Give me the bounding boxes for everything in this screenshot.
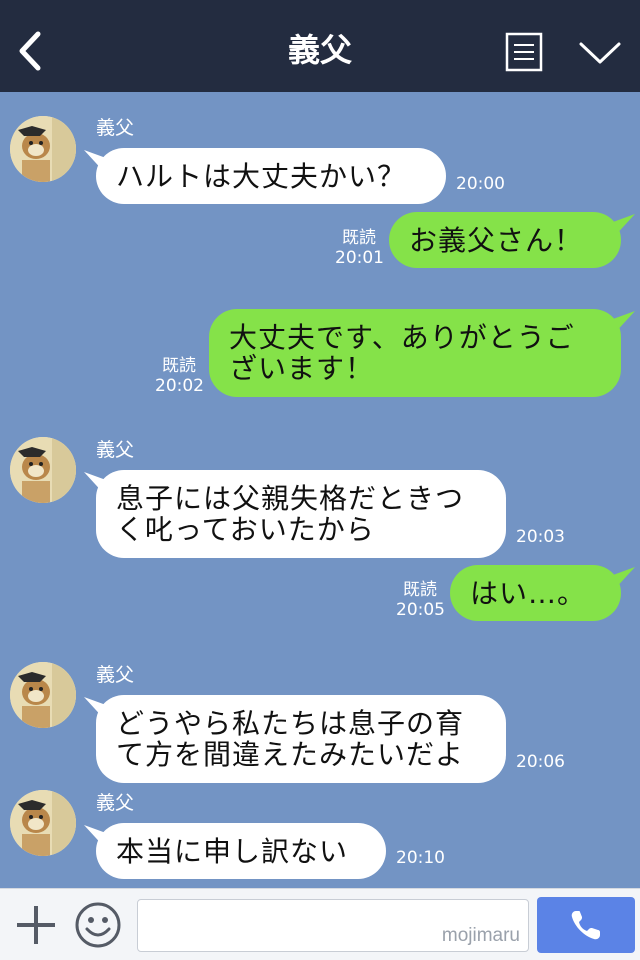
sender-name: 義父 <box>96 792 135 814</box>
message-bubble-incoming[interactable]: 本当に申し訳ない <box>96 823 386 879</box>
chat-title: 義父 <box>287 31 352 69</box>
message-line: 大丈夫です、ありがとうご <box>229 321 575 354</box>
message-time: 20:01 <box>335 248 384 268</box>
dog-avatar-image <box>10 662 76 728</box>
message-input[interactable]: mojimaru <box>137 899 529 952</box>
document-icon <box>505 32 543 72</box>
phone-icon <box>571 911 600 940</box>
message-line: 本当に申し訳ない <box>116 835 349 868</box>
avatar[interactable] <box>10 116 76 182</box>
call-button[interactable] <box>537 897 635 953</box>
message-line: ハルトは大丈夫かい？ <box>116 160 407 193</box>
message-time: 20:05 <box>396 600 445 620</box>
chevron-left-icon <box>19 31 41 71</box>
dog-avatar-image <box>10 790 76 856</box>
chevron-down-icon <box>579 42 621 64</box>
smiley-icon <box>75 902 121 948</box>
message-time: 20:03 <box>516 527 565 547</box>
back-button[interactable] <box>14 30 46 72</box>
plus-icon <box>17 906 55 944</box>
message-line: 息子には父親失格だときつ <box>116 482 465 515</box>
message-bubble-incoming[interactable]: 息子には父親失格だときつ く叱っておいたから <box>96 470 506 558</box>
message-bubble-outgoing[interactable]: お義父さん！ <box>389 212 621 268</box>
message-bubble-incoming[interactable]: どうやら私たちは息子の育 て方を間違えたみたいだよ <box>96 695 506 783</box>
message-bubble-outgoing[interactable]: 大丈夫です、ありがとうご ざいます！ <box>209 309 621 397</box>
read-receipt: 既読 <box>162 356 196 376</box>
read-receipt: 既読 <box>342 228 376 248</box>
message-time: 20:02 <box>155 376 204 396</box>
message-line: お義父さん！ <box>409 224 584 257</box>
collapse-button[interactable] <box>578 38 622 68</box>
message-line: ざいます！ <box>229 352 375 385</box>
message-bubble-outgoing[interactable]: はい…。 <box>450 565 621 621</box>
message-line: て方を間違えたみたいだよ <box>116 738 465 771</box>
sender-name: 義父 <box>96 117 135 139</box>
add-button[interactable] <box>14 903 58 947</box>
dog-avatar-image <box>10 437 76 503</box>
watermark-text: mojimaru <box>441 925 520 946</box>
emoji-button[interactable] <box>74 901 122 949</box>
input-bar: mojimaru <box>0 888 640 960</box>
avatar[interactable] <box>10 662 76 728</box>
avatar[interactable] <box>10 790 76 856</box>
message-line: はい…。 <box>470 577 587 610</box>
read-receipt: 既読 <box>403 580 437 600</box>
dog-avatar-image <box>10 116 76 182</box>
menu-button[interactable] <box>505 32 543 72</box>
chat-area[interactable]: 義父 ハルトは大丈夫かい？ 20:00 既読 20:01 お義父さん！ 既読 2… <box>0 92 640 888</box>
message-time: 20:10 <box>396 848 445 868</box>
chat-header: 義父 <box>0 0 640 92</box>
avatar[interactable] <box>10 437 76 503</box>
message-bubble-incoming[interactable]: ハルトは大丈夫かい？ <box>96 148 446 204</box>
message-line: どうやら私たちは息子の育 <box>116 707 465 740</box>
sender-name: 義父 <box>96 439 135 461</box>
message-line: く叱っておいたから <box>116 513 375 546</box>
message-time: 20:06 <box>516 752 565 772</box>
message-time: 20:00 <box>456 174 505 194</box>
sender-name: 義父 <box>96 664 135 686</box>
